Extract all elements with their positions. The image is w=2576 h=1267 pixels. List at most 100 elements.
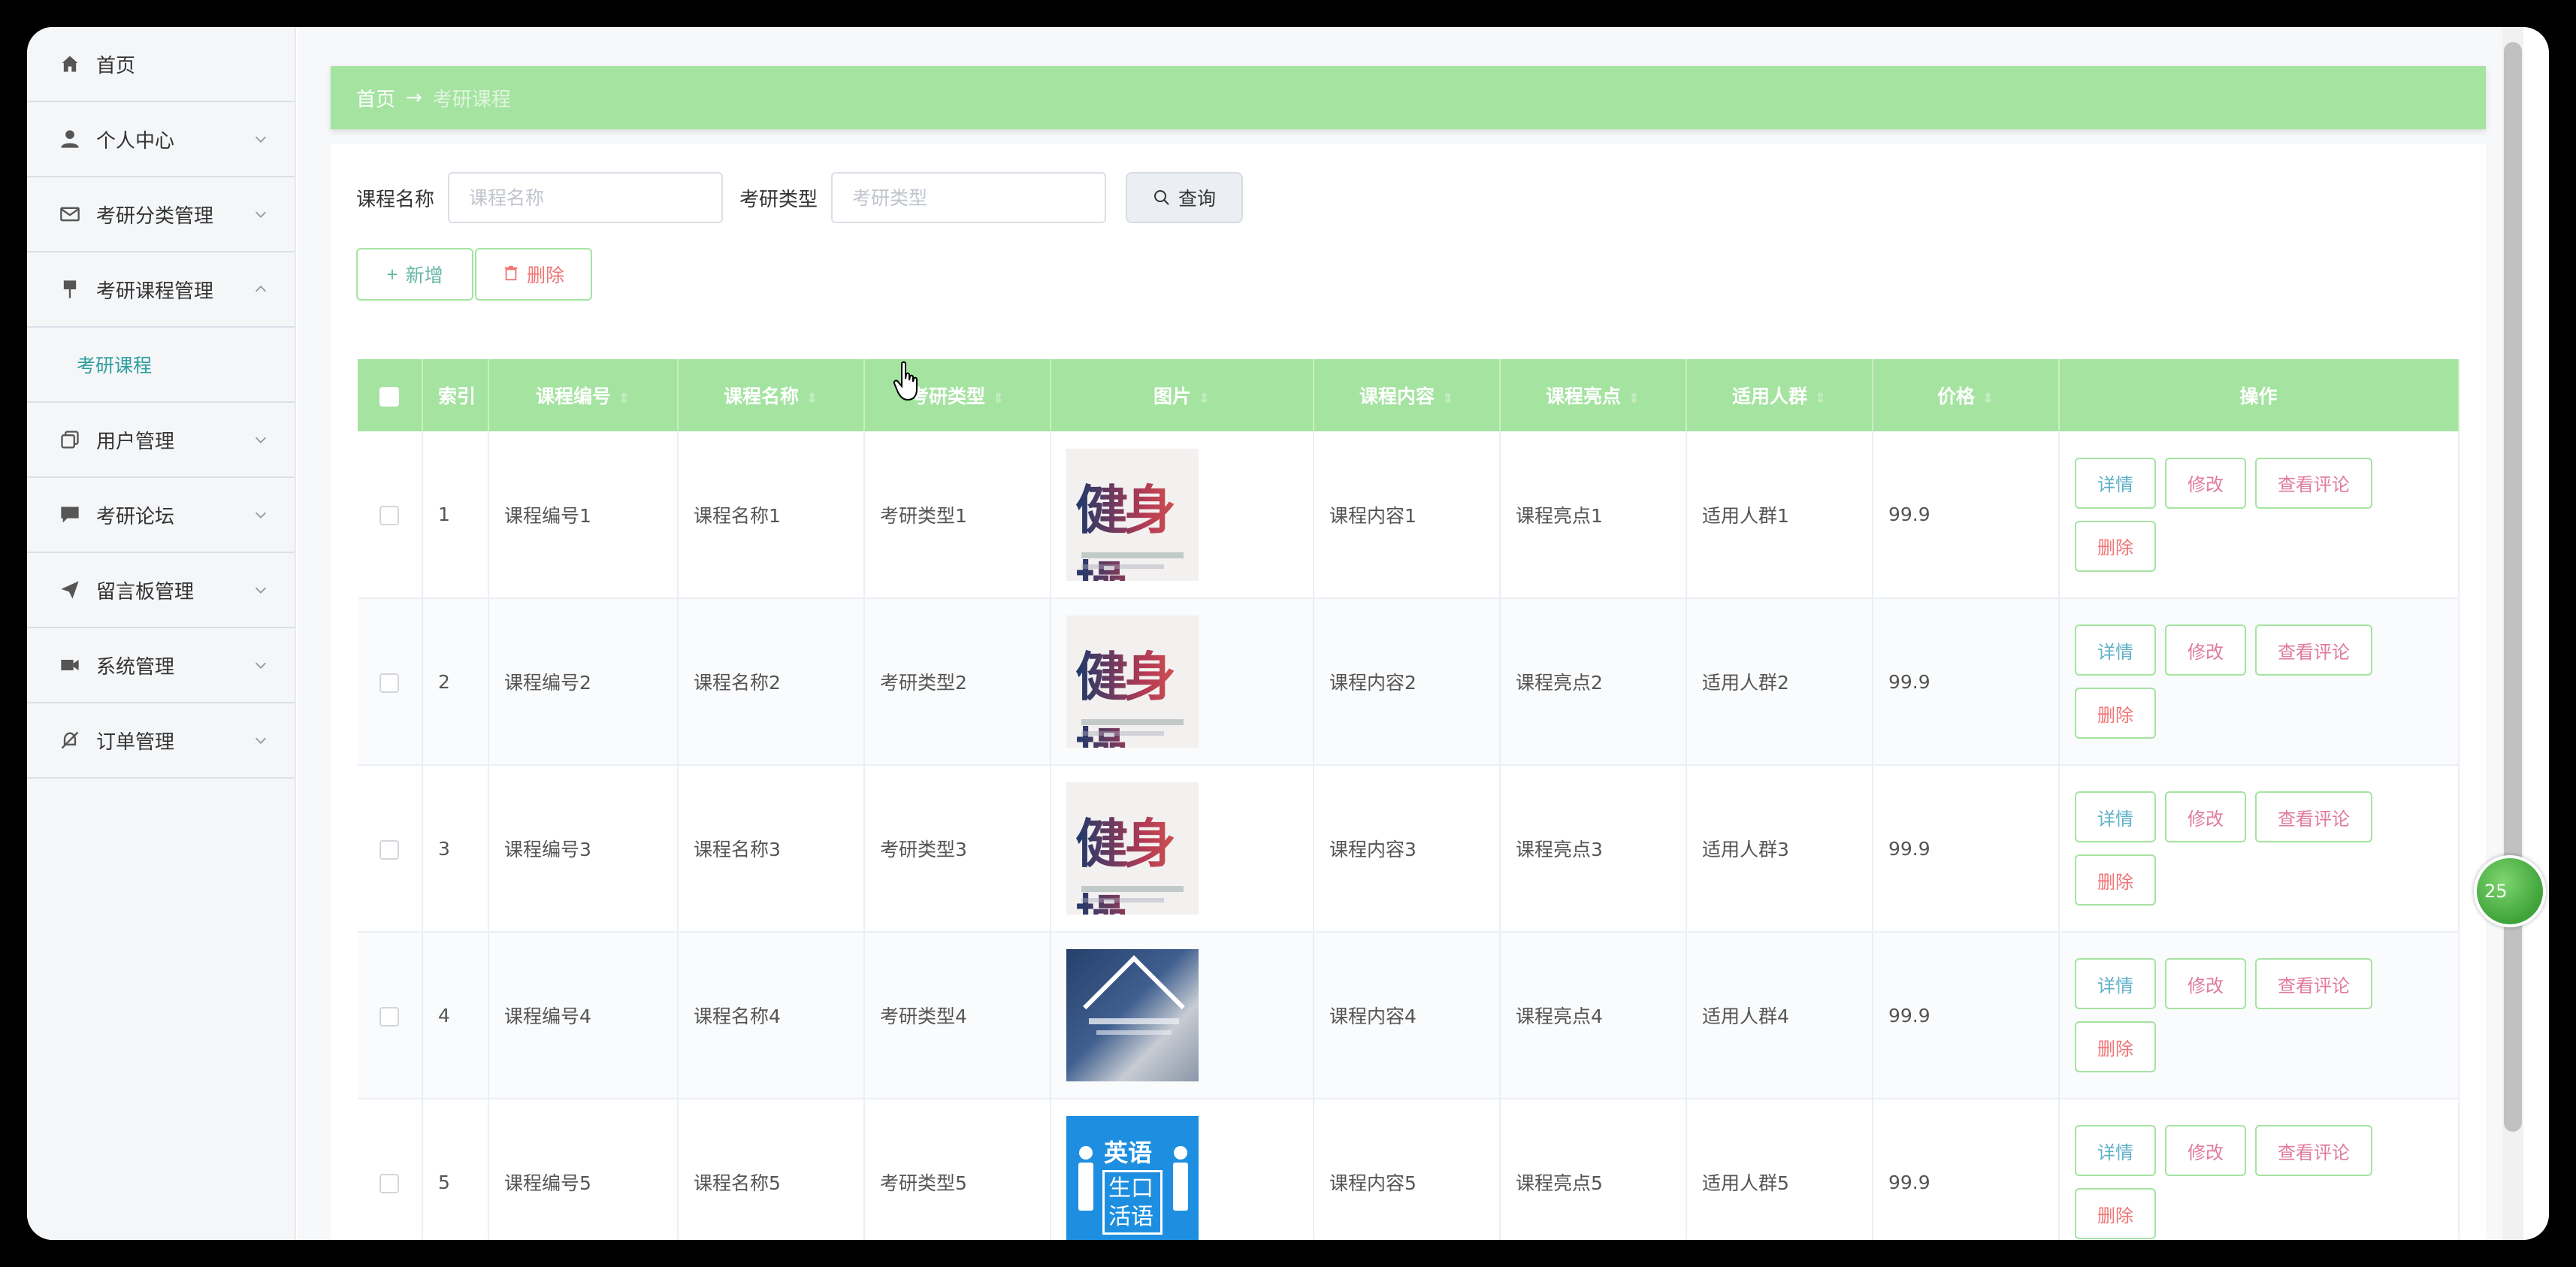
course-thumbnail[interactable]: 健身操	[1066, 615, 1199, 748]
cell-price: 99.9	[1873, 431, 2060, 598]
sidebar-item-system[interactable]: 系统管理	[27, 628, 295, 703]
sidebar-item-label: 首页	[96, 54, 136, 77]
delete-button[interactable]: 删除	[2075, 854, 2156, 906]
sidebar-item-label: 系统管理	[96, 655, 175, 679]
cell-highlight: 课程亮点4	[1500, 932, 1687, 1099]
edit-button[interactable]: 修改	[2165, 1125, 2246, 1176]
view-comments-button[interactable]: 查看评论	[2255, 624, 2372, 676]
header-operations: 操作	[2059, 359, 2460, 431]
sidebar-item-personal-center[interactable]: 个人中心	[27, 102, 295, 177]
cell-operations: 详情 修改 查看评论 删除	[2059, 932, 2460, 1099]
home-icon	[57, 51, 83, 77]
app-window: 首页 个人中心 考研分类管理 考研课程管理 考研课程 用户管理 考研论坛 留言板…	[27, 27, 2549, 1240]
cell-type: 考研类型2	[864, 598, 1051, 765]
sidebar-item-home[interactable]: 首页	[27, 27, 295, 102]
sidebar-item-orders[interactable]: 订单管理	[27, 703, 295, 779]
floating-badge[interactable]: 25	[2474, 855, 2546, 927]
sort-icon[interactable]: ⇕	[806, 391, 818, 407]
query-button-label: 查询	[1178, 189, 1217, 210]
course-thumbnail[interactable]: 健身操	[1066, 782, 1199, 915]
course-thumbnail[interactable]: 健身操	[1066, 448, 1199, 581]
delete-button[interactable]: 删除	[2075, 520, 2156, 572]
cell-audience: 适用人群4	[1686, 932, 1873, 1099]
sort-icon[interactable]: ⇕	[618, 391, 630, 407]
cell-name: 课程名称1	[678, 431, 865, 598]
row-checkbox[interactable]	[379, 673, 399, 693]
row-checkbox[interactable]	[379, 1006, 399, 1027]
sidebar-item-course-management[interactable]: 考研课程管理	[27, 252, 295, 328]
row-checkbox[interactable]	[379, 506, 399, 525]
sidebar-item-message-board[interactable]: 留言板管理	[27, 553, 295, 628]
header-audience[interactable]: 适用人群 ⇕	[1686, 359, 1873, 431]
detail-button[interactable]: 详情	[2075, 624, 2156, 676]
detail-button[interactable]: 详情	[2075, 958, 2156, 1009]
sidebar-subitem-course[interactable]: 考研课程	[27, 328, 295, 403]
header-price[interactable]: 价格 ⇕	[1873, 359, 2060, 431]
vertical-scrollbar[interactable]	[2502, 27, 2523, 1240]
delete-button[interactable]: 删除	[2075, 688, 2156, 739]
detail-button[interactable]: 详情	[2075, 457, 2156, 509]
sort-icon[interactable]: ⇕	[993, 391, 1004, 407]
course-thumbnail[interactable]: 英语 生口活语	[1066, 1116, 1199, 1240]
sidebar-item-forum[interactable]: 考研论坛	[27, 478, 295, 553]
chevron-down-icon	[255, 662, 267, 669]
cell-highlight: 课程亮点2	[1500, 598, 1687, 765]
row-checkbox[interactable]	[379, 1173, 399, 1193]
breadcrumb-home[interactable]: 首页	[356, 84, 395, 112]
edit-button[interactable]: 修改	[2165, 457, 2246, 509]
edit-button[interactable]: 修改	[2165, 791, 2246, 842]
delete-button[interactable]: 删除	[2075, 1021, 2156, 1072]
view-comments-button[interactable]: 查看评论	[2255, 958, 2372, 1009]
sidebar-item-users[interactable]: 用户管理	[27, 403, 295, 478]
header-index: 索引	[422, 359, 489, 431]
header-highlight[interactable]: 课程亮点 ⇕	[1500, 359, 1687, 431]
sidebar-item-label: 考研课程管理	[96, 280, 214, 303]
breadcrumb-current: 考研课程	[432, 88, 511, 111]
header-code[interactable]: 课程编号 ⇕	[488, 359, 679, 431]
chat-icon	[57, 502, 83, 528]
edit-button[interactable]: 修改	[2165, 958, 2246, 1009]
header-content[interactable]: 课程内容 ⇕	[1314, 359, 1501, 431]
cell-highlight: 课程亮点1	[1500, 431, 1687, 598]
pin-icon	[57, 277, 83, 302]
cell-operations: 详情 修改 查看评论 删除	[2059, 431, 2460, 598]
cell-image: 健身操	[1051, 431, 1314, 598]
sort-icon[interactable]: ⇕	[1982, 391, 1994, 407]
cell-index: 2	[422, 598, 489, 765]
sort-icon[interactable]: ⇕	[1442, 391, 1453, 407]
cell-price: 99.9	[1873, 598, 2060, 765]
exam-type-input[interactable]	[831, 172, 1107, 223]
scrollbar-thumb[interactable]	[2504, 42, 2522, 1132]
row-checkbox[interactable]	[379, 839, 399, 860]
sort-icon[interactable]: ⇕	[1815, 391, 1826, 407]
add-button[interactable]: + 新增	[356, 248, 473, 301]
header-name[interactable]: 课程名称 ⇕	[678, 359, 865, 431]
sort-icon[interactable]: ⇕	[1628, 391, 1640, 407]
batch-delete-button[interactable]: 删除	[475, 248, 592, 301]
view-comments-button[interactable]: 查看评论	[2255, 457, 2372, 509]
sidebar-item-label: 留言板管理	[96, 580, 195, 603]
sort-icon[interactable]: ⇕	[1199, 391, 1210, 407]
delete-button[interactable]: 删除	[2075, 1188, 2156, 1239]
view-comments-button[interactable]: 查看评论	[2255, 1125, 2372, 1176]
query-button[interactable]: 查询	[1126, 172, 1244, 223]
select-all-checkbox[interactable]	[379, 386, 399, 407]
detail-button[interactable]: 详情	[2075, 1125, 2156, 1176]
edit-button[interactable]: 修改	[2165, 624, 2246, 676]
detail-button[interactable]: 详情	[2075, 791, 2156, 842]
cell-operations: 详情 修改 查看评论 删除	[2059, 765, 2460, 932]
cell-operations: 详情 修改 查看评论 删除	[2059, 598, 2460, 765]
table-row: 2 课程编号2 课程名称2 考研类型2 健身操 课程内容2	[358, 598, 2460, 765]
add-button-label: 新增	[405, 265, 443, 286]
content-panel: 课程名称 考研类型 查询 + 新增 删除	[331, 144, 2486, 1240]
copy-icon	[57, 427, 83, 452]
search-form: 课程名称 考研类型 查询	[356, 171, 1244, 224]
view-comments-button[interactable]: 查看评论	[2255, 791, 2372, 842]
sidebar-item-category[interactable]: 考研分类管理	[27, 177, 295, 252]
header-image[interactable]: 图片 ⇕	[1051, 359, 1314, 431]
trash-icon	[503, 263, 519, 286]
course-name-input[interactable]	[448, 172, 724, 223]
cell-price: 99.9	[1873, 932, 2060, 1099]
course-thumbnail[interactable]	[1066, 949, 1199, 1081]
thumbnail-title: 英语	[1104, 1138, 1153, 1167]
